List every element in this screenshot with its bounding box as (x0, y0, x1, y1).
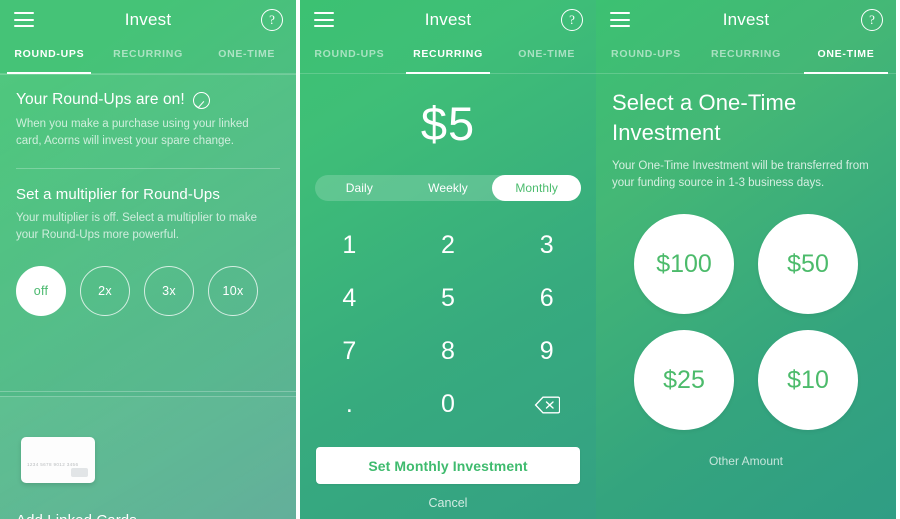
keypad-key-backspace[interactable] (497, 378, 596, 431)
page-title: Invest (124, 10, 172, 29)
multiplier-options: off 2x 3x 10x (16, 266, 280, 316)
one-time-description: Your One-Time Investment will be transfe… (612, 160, 869, 189)
round-ups-status-description: When you make a purchase using your link… (16, 118, 249, 147)
frequency-option-daily[interactable]: Daily (315, 175, 404, 201)
tab-round-ups[interactable]: ROUND-UPS (300, 40, 399, 73)
linked-cards-section[interactable]: 1234 5678 9012 3456 Add Linked Cards (0, 396, 296, 519)
credit-card-chip-icon (71, 468, 88, 477)
help-question-icon[interactable]: ? (861, 9, 883, 31)
keypad-key-8[interactable]: 8 (399, 325, 498, 378)
tab-round-ups[interactable]: ROUND-UPS (596, 40, 696, 73)
tab-one-time[interactable]: ONE-TIME (497, 40, 596, 73)
navbar-one-time: Invest ? (596, 0, 896, 40)
help-question-icon[interactable]: ? (561, 9, 583, 31)
keypad-key-4[interactable]: 4 (300, 272, 399, 325)
keypad-key-0[interactable]: 0 (399, 378, 498, 431)
numeric-keypad: 1 2 3 4 5 6 7 8 9 . 0 (300, 219, 596, 431)
backspace-delete-icon (534, 396, 560, 414)
screenshot-root: Invest ? ROUND-UPS RECURRING ONE-TIME Yo… (0, 0, 900, 519)
tab-bar-round-ups: ROUND-UPS RECURRING ONE-TIME (0, 40, 296, 73)
amount-option-100[interactable]: $100 (634, 214, 734, 314)
page-title: Invest (424, 10, 472, 29)
round-ups-status-row: Your Round-Ups are on! (16, 91, 280, 109)
hamburger-icon[interactable] (314, 12, 334, 27)
keypad-key-decimal[interactable]: . (300, 378, 399, 431)
check-circle-icon (192, 91, 210, 109)
section-divider (16, 168, 280, 169)
credit-card-number: 1234 5678 9012 3456 (27, 462, 79, 467)
multiplier-option-3x[interactable]: 3x (144, 266, 194, 316)
multiplier-option-off[interactable]: off (16, 266, 66, 316)
keypad-key-3[interactable]: 3 (497, 219, 596, 272)
tab-bar-recurring: ROUND-UPS RECURRING ONE-TIME (300, 40, 596, 73)
tab-bar-one-time: ROUND-UPS RECURRING ONE-TIME (596, 40, 896, 73)
multiplier-option-2x[interactable]: 2x (80, 266, 130, 316)
screen-one-time: Invest ? ROUND-UPS RECURRING ONE-TIME Se… (596, 0, 896, 519)
frequency-segmented-control: Daily Weekly Monthly (315, 175, 582, 201)
amount-option-10[interactable]: $10 (758, 330, 858, 430)
cancel-button[interactable]: Cancel (300, 496, 596, 510)
one-time-title: Select a One-Time Investment (612, 90, 797, 145)
navbar-recurring: Invest ? (300, 0, 596, 40)
set-investment-button[interactable]: Set Monthly Investment (316, 447, 580, 484)
multiplier-description: Your multiplier is off. Select a multipl… (16, 212, 257, 241)
amount-option-25[interactable]: $25 (634, 330, 734, 430)
round-ups-card: Your Round-Ups are on! When you make a p… (0, 74, 296, 392)
frequency-option-monthly[interactable]: Monthly (492, 175, 582, 201)
tab-recurring[interactable]: RECURRING (696, 40, 796, 73)
keypad-key-7[interactable]: 7 (300, 325, 399, 378)
tab-recurring[interactable]: RECURRING (399, 40, 498, 73)
amount-option-50[interactable]: $50 (758, 214, 858, 314)
navbar-round-ups: Invest ? (0, 0, 296, 40)
multiplier-option-10x[interactable]: 10x (208, 266, 258, 316)
help-question-icon[interactable]: ? (261, 9, 283, 31)
keypad-key-9[interactable]: 9 (497, 325, 596, 378)
keypad-key-2[interactable]: 2 (399, 219, 498, 272)
hamburger-icon[interactable] (610, 12, 630, 27)
keypad-key-1[interactable]: 1 (300, 219, 399, 272)
keypad-key-6[interactable]: 6 (497, 272, 596, 325)
screen-round-ups: Invest ? ROUND-UPS RECURRING ONE-TIME Yo… (0, 0, 296, 519)
keypad-key-5[interactable]: 5 (399, 272, 498, 325)
tab-recurring[interactable]: RECURRING (99, 40, 198, 73)
one-time-amount-options: $100 $50 $25 $10 (596, 214, 896, 430)
tab-round-ups[interactable]: ROUND-UPS (0, 40, 99, 73)
multiplier-title: Set a multiplier for Round-Ups (16, 186, 220, 203)
tab-one-time[interactable]: ONE-TIME (197, 40, 296, 73)
page-title: Invest (722, 10, 770, 29)
screen-recurring: Invest ? ROUND-UPS RECURRING ONE-TIME $5… (300, 0, 596, 519)
round-ups-status-title: Your Round-Ups are on! (16, 91, 185, 108)
investment-amount-display: $5 (420, 97, 476, 150)
hamburger-icon[interactable] (14, 12, 34, 27)
add-linked-cards-label[interactable]: Add Linked Cards (16, 512, 137, 519)
other-amount-link[interactable]: Other Amount (596, 454, 896, 468)
frequency-option-weekly[interactable]: Weekly (404, 175, 493, 201)
tab-one-time[interactable]: ONE-TIME (796, 40, 896, 73)
credit-card-illustration: 1234 5678 9012 3456 (21, 437, 95, 483)
